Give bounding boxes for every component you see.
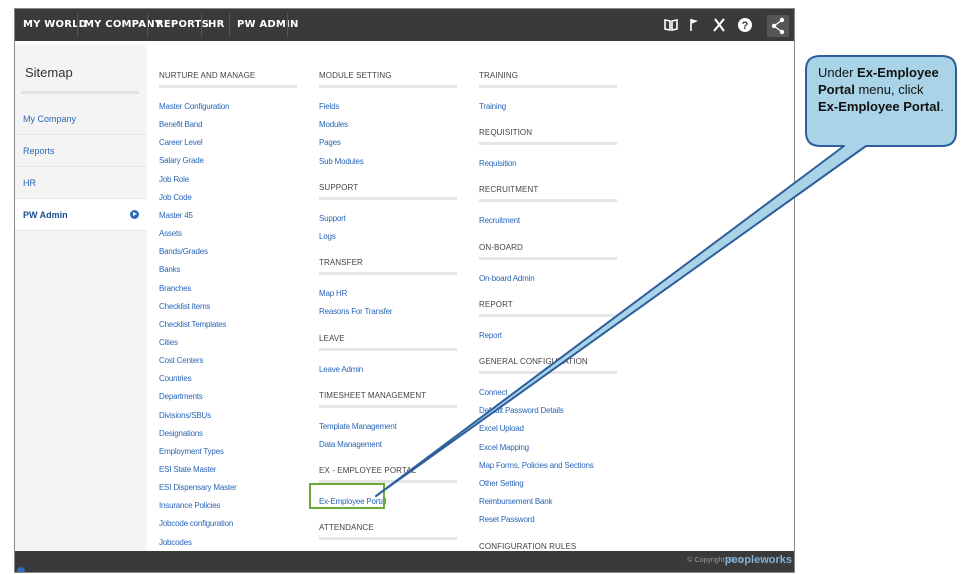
callout-text: Under Ex-Employee Portal menu, click Ex-…: [818, 65, 944, 114]
